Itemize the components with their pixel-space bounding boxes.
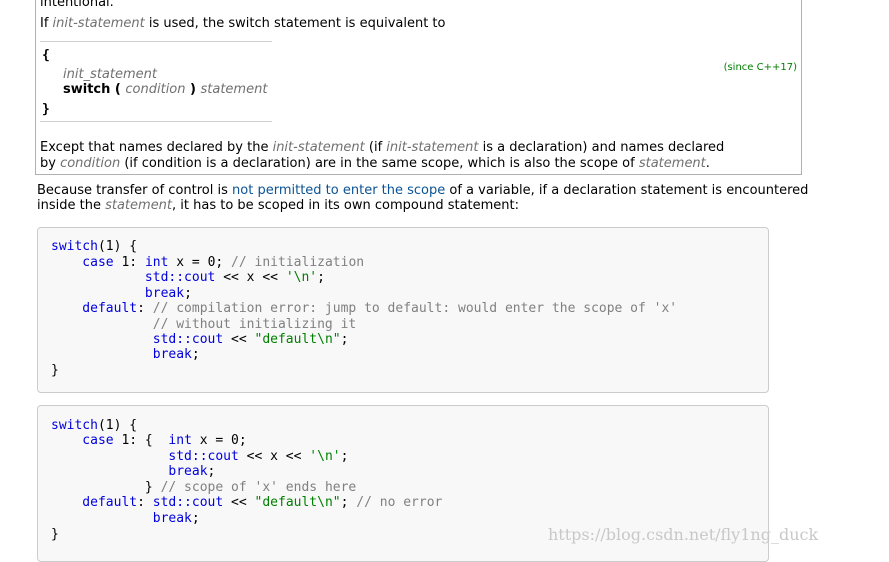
code-line: break; xyxy=(51,511,200,526)
code-line: } xyxy=(51,527,59,542)
init-statement-link[interactable]: init-statement xyxy=(386,140,478,155)
code-line: std::cout << x << '\n'; xyxy=(51,449,349,464)
transfer-paragraph-line-1: Because transfer of control is not permi… xyxy=(37,183,809,198)
code-line: std::cout << x << '\n'; xyxy=(51,270,325,285)
switch-syntax-line: switch ( condition ) statement xyxy=(63,82,268,97)
code-line: break; xyxy=(51,347,200,362)
scope-link[interactable]: not permitted to enter the scope xyxy=(232,183,445,198)
watermark: https://blog.csdn.net/fly1ng_duck xyxy=(548,525,819,544)
code-line: break; xyxy=(51,286,192,301)
transfer-paragraph-line-2: inside the statement, it has to be scope… xyxy=(37,198,520,213)
condition-link[interactable]: condition xyxy=(60,156,120,171)
intentional-text: intentional. xyxy=(40,0,114,10)
code-line: // without initializing it xyxy=(51,317,357,332)
divider-top xyxy=(40,41,272,42)
open-brace: { xyxy=(42,48,50,63)
code-line: case 1: { int x = 0; xyxy=(51,433,247,448)
init-statement-link[interactable]: init-statement xyxy=(273,140,365,155)
code-line: } xyxy=(51,363,59,378)
equivalence-sentence: If init-statement is used, the switch st… xyxy=(40,16,446,31)
since-cpp17-box: intentional. If init-statement is used, … xyxy=(35,0,802,175)
statement-link[interactable]: statement xyxy=(105,198,172,213)
init-statement-link[interactable]: init-statement xyxy=(53,16,145,31)
code-example-error: switch(1) { case 1: int x = 0; // initia… xyxy=(37,227,769,393)
except-line-1: Except that names declared by the init-s… xyxy=(40,140,725,155)
statement-placeholder: statement xyxy=(200,82,268,97)
code-line: break; xyxy=(51,464,216,479)
since-cpp17-badge: (since C++17) xyxy=(723,62,797,73)
condition-placeholder: condition xyxy=(125,82,186,97)
code-line: switch(1) { xyxy=(51,418,138,433)
code-line: case 1: int x = 0; // initialization xyxy=(51,255,365,270)
code-line: default: std::cout << "default\n"; // no… xyxy=(51,495,443,510)
code-line: switch(1) { xyxy=(51,239,138,254)
init-statement-placeholder: init_statement xyxy=(63,67,157,82)
code-line: std::cout << "default\n"; xyxy=(51,332,349,347)
close-brace: } xyxy=(42,102,50,117)
code-line: } // scope of 'x' ends here xyxy=(51,480,357,495)
except-line-2: by condition (if condition is a declarat… xyxy=(40,156,710,171)
statement-link[interactable]: statement xyxy=(639,156,706,171)
code-line: default: // compilation error: jump to d… xyxy=(51,301,678,316)
divider-bottom xyxy=(40,121,272,122)
